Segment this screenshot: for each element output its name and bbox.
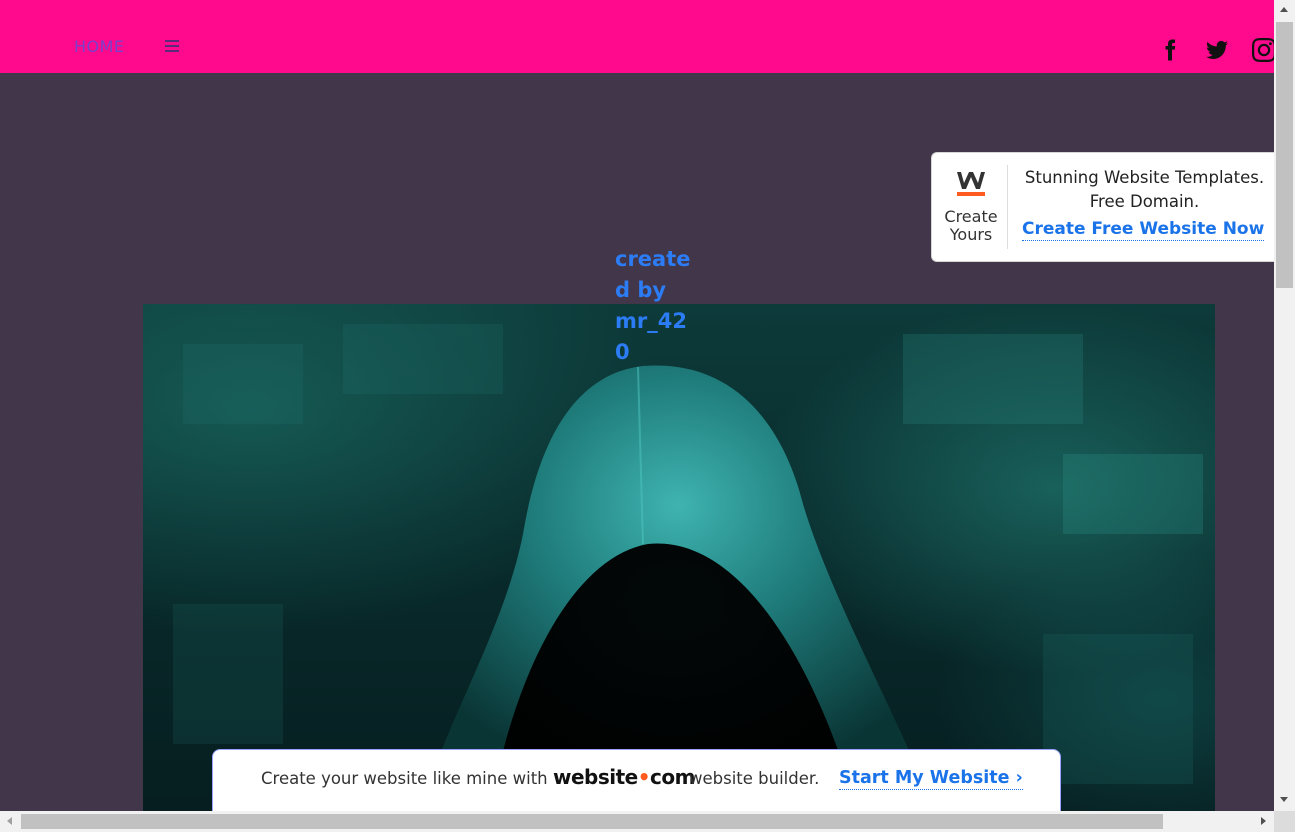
vertical-scrollbar[interactable] [1274, 0, 1295, 811]
promo-popup: Create Yours Stunning Website Templates.… [931, 152, 1274, 262]
scrollbar-corner [1274, 811, 1295, 832]
start-my-website-link[interactable]: Start My Website › [839, 768, 1023, 790]
scroll-left-icon[interactable] [7, 817, 12, 825]
twitter-icon[interactable] [1205, 38, 1229, 62]
website-com-logo: website•com [553, 765, 695, 789]
facebook-icon[interactable] [1158, 38, 1182, 62]
banner-suffix: website builder. [689, 769, 820, 788]
promo-headline: Stunning Website Templates. Free Domain. [1024, 168, 1265, 211]
website-logo-icon [956, 169, 986, 199]
nav-home-link[interactable]: HOME [74, 37, 125, 56]
create-free-website-link[interactable]: Create Free Website Now [1022, 219, 1265, 241]
horizontal-scrollbar[interactable] [0, 811, 1274, 832]
horizontal-scroll-thumb[interactable] [21, 814, 1163, 829]
promo-divider [1007, 165, 1008, 249]
vertical-scroll-thumb[interactable] [1276, 22, 1293, 288]
hamburger-menu-icon[interactable] [165, 40, 179, 52]
banner-text: Create your website like mine with [261, 769, 548, 788]
instagram-icon[interactable] [1252, 38, 1276, 62]
create-yours-label[interactable]: Create Yours [938, 208, 1004, 244]
scroll-right-icon[interactable] [1261, 817, 1266, 825]
top-navigation-bar: HOME [0, 0, 1276, 73]
scroll-down-icon[interactable] [1280, 797, 1288, 802]
website-builder-banner: Create your website like mine with websi… [212, 749, 1061, 819]
scroll-up-icon[interactable] [1280, 7, 1288, 12]
creator-credit: created by mr_420 [615, 247, 691, 364]
